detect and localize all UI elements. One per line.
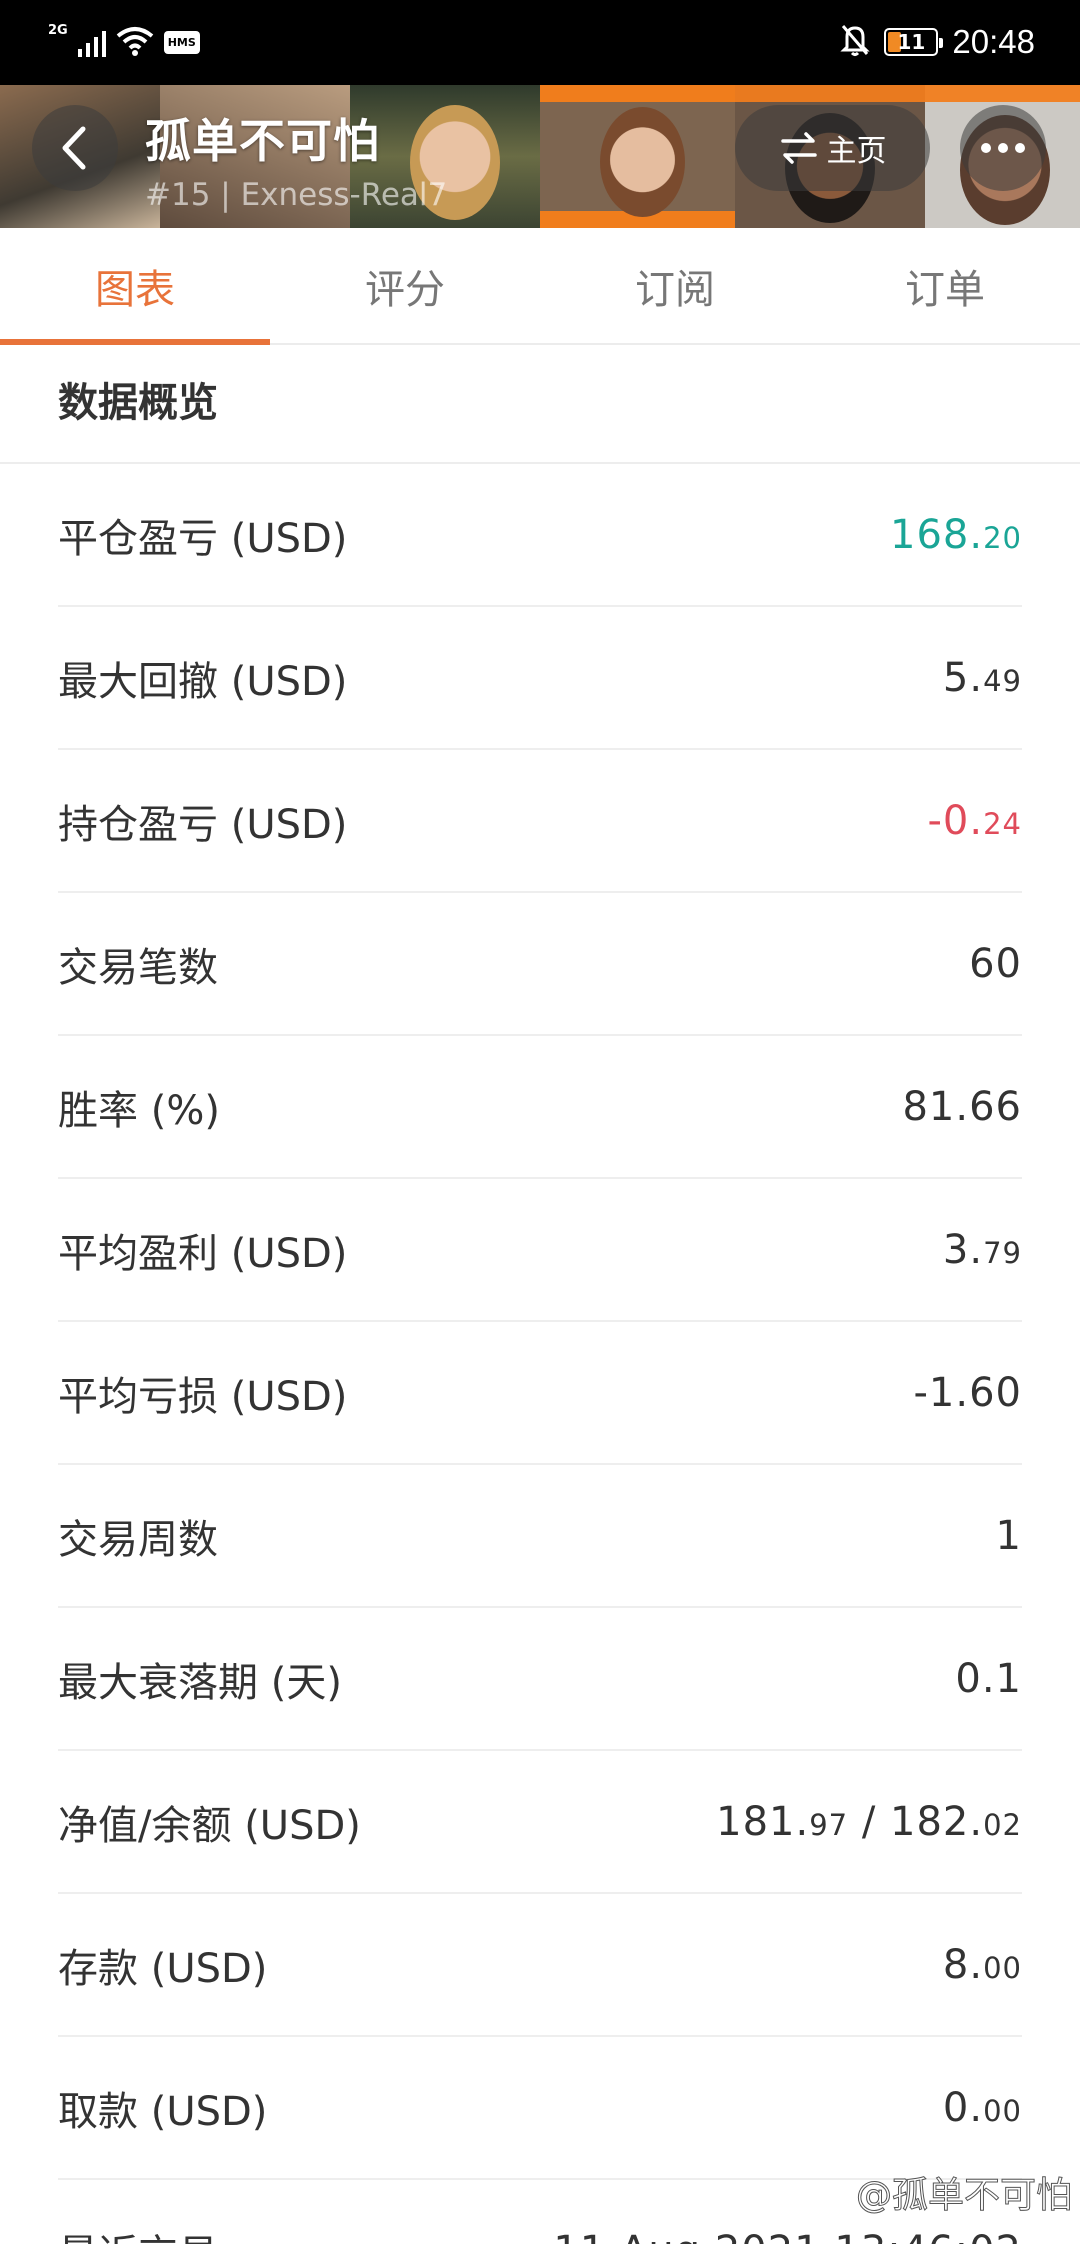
tab-rating[interactable]: 评分 bbox=[270, 228, 540, 343]
row-label: 平均亏损 (USD) bbox=[58, 1373, 348, 1420]
row-label: 最大衰落期 (天) bbox=[58, 1659, 342, 1706]
data-row: 存款 (USD) 8.00 bbox=[58, 1894, 1022, 2037]
hms-badge: HMS bbox=[163, 30, 200, 54]
data-row: 持仓盈亏 (USD) -0.24 bbox=[58, 750, 1022, 893]
row-value: 3.79 bbox=[942, 1226, 1022, 1273]
page-title: 孤单不可怕 bbox=[145, 114, 380, 168]
row-label: 净值/余额 (USD) bbox=[58, 1802, 361, 1849]
watermark: @孤单不可怕 bbox=[855, 2175, 1072, 2217]
clock: 20:48 bbox=[952, 23, 1035, 60]
banner-face bbox=[600, 107, 685, 217]
row-value: 181.97 / 182.02 bbox=[716, 1798, 1022, 1845]
row-label: 取款 (USD) bbox=[58, 2088, 268, 2135]
data-row: 最大回撤 (USD) 5.49 bbox=[58, 607, 1022, 750]
section-title: 数据概览 bbox=[58, 380, 218, 426]
battery-icon: 11 bbox=[884, 28, 944, 56]
account-subtitle: #15 | Exness-Real7 bbox=[145, 177, 448, 213]
more-options-button[interactable] bbox=[960, 105, 1046, 191]
home-label: 主页 bbox=[826, 134, 887, 169]
row-label: 持仓盈亏 (USD) bbox=[58, 801, 348, 848]
wifi-icon bbox=[116, 26, 154, 58]
row-value: -1.60 bbox=[913, 1369, 1022, 1416]
network-type: 2G bbox=[48, 22, 68, 38]
data-row: 胜率 (%) 81.66 bbox=[58, 1036, 1022, 1179]
data-row: 平均盈利 (USD) 3.79 bbox=[58, 1179, 1022, 1322]
data-row: 净值/余额 (USD) 181.97 / 182.02 bbox=[58, 1751, 1022, 1894]
data-row: 平仓盈亏 (USD) 168.20 bbox=[58, 464, 1022, 607]
row-label: 平均盈利 (USD) bbox=[58, 1230, 348, 1277]
row-value: 1 bbox=[995, 1512, 1022, 1559]
row-label: 交易周数 bbox=[58, 1516, 218, 1563]
data-row: 平均亏损 (USD) -1.60 bbox=[58, 1322, 1022, 1465]
bell-off-icon bbox=[840, 23, 871, 61]
row-value: 0.00 bbox=[942, 2084, 1022, 2131]
profile-header: 孤单不可怕 #15 | Exness-Real7 主页 bbox=[0, 85, 1080, 228]
data-row: 最大衰落期 (天) 0.1 bbox=[58, 1608, 1022, 1751]
tab-bar: 图表 评分 订阅 订单 bbox=[0, 228, 1080, 345]
back-button[interactable] bbox=[32, 105, 118, 191]
row-value: 0.1 bbox=[955, 1655, 1022, 1702]
tab-chart[interactable]: 图表 bbox=[0, 228, 270, 345]
more-dot bbox=[981, 143, 991, 153]
status-bar: 2G HMS 11 20:48 bbox=[0, 0, 1080, 85]
row-value: 60 bbox=[969, 940, 1022, 987]
row-label: 交易笔数 bbox=[58, 944, 218, 991]
row-value: -0.24 bbox=[927, 797, 1022, 844]
more-dot bbox=[1015, 143, 1025, 153]
row-value: 5.49 bbox=[942, 654, 1022, 701]
row-label: 最大回撤 (USD) bbox=[58, 658, 348, 705]
row-value: 168.20 bbox=[890, 511, 1022, 558]
row-value: 11 Aug 2021 13:46:02 bbox=[553, 2228, 1022, 2244]
data-overview-list: 平仓盈亏 (USD) 168.20 最大回撤 (USD) 5.49 持仓盈亏 (USD)… bbox=[0, 464, 1080, 2244]
row-label: 平仓盈亏 (USD) bbox=[58, 515, 348, 562]
data-row: 交易笔数 60 bbox=[58, 893, 1022, 1036]
tab-orders[interactable]: 订单 bbox=[810, 228, 1080, 343]
data-row: 交易周数 1 bbox=[58, 1465, 1022, 1608]
more-dot bbox=[998, 143, 1008, 153]
data-row: 取款 (USD) 0.00 bbox=[58, 2037, 1022, 2180]
chevron-left-icon bbox=[62, 126, 86, 170]
row-label: 胜率 (%) bbox=[58, 1087, 220, 1134]
swap-icon bbox=[780, 132, 817, 164]
status-right: 11 20:48 bbox=[840, 18, 1035, 66]
row-value: 8.00 bbox=[942, 1941, 1022, 1988]
signal-icon bbox=[77, 27, 106, 57]
row-label: 存款 (USD) bbox=[58, 1945, 268, 1992]
tab-subscribe[interactable]: 订阅 bbox=[540, 228, 810, 343]
row-value: 81.66 bbox=[902, 1083, 1022, 1130]
home-button[interactable]: 主页 bbox=[735, 105, 930, 191]
row-label: 最近交易 bbox=[58, 2222, 218, 2244]
status-left: 2G HMS bbox=[48, 22, 200, 62]
